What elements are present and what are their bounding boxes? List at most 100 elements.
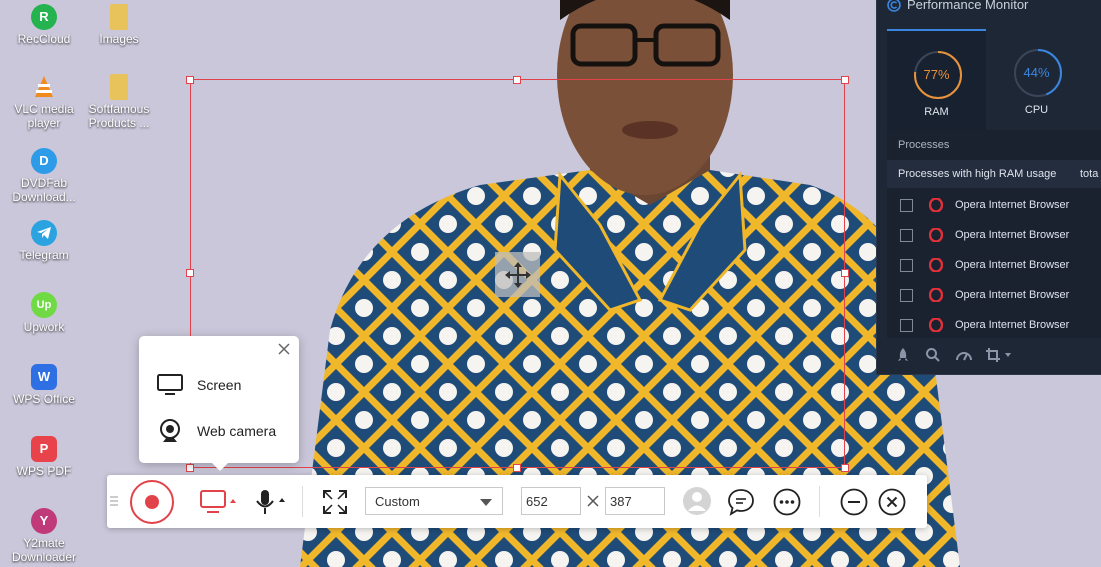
width-input[interactable]: 652 [521, 487, 581, 515]
subheader-label: Processes with high RAM usage [898, 168, 1057, 180]
fullscreen-button[interactable] [322, 489, 348, 520]
microphone-button[interactable] [255, 488, 287, 521]
desktop-icon-label: WPS PDF [16, 464, 72, 478]
toolbar-divider [302, 486, 303, 517]
close-icon[interactable] [277, 342, 291, 361]
resize-handle-top-right[interactable] [841, 76, 849, 84]
times-icon [587, 495, 599, 507]
process-checkbox[interactable] [900, 199, 913, 212]
desktop-icon-images[interactable]: Images [81, 4, 157, 46]
desktop-icon-dvdfab[interactable]: D DVDFab Download... [6, 148, 82, 204]
process-row[interactable]: Opera Internet Browser [887, 220, 1101, 250]
process-row[interactable]: Opera Internet Browser [887, 310, 1101, 340]
process-checkbox[interactable] [900, 259, 913, 272]
opera-icon [929, 288, 943, 302]
desktop-icon-telegram[interactable]: Telegram [6, 220, 82, 262]
desktop-icon-label: VLC media player [14, 102, 74, 130]
height-value: 387 [610, 493, 632, 509]
minimize-button[interactable] [840, 488, 868, 521]
desktop-icon-vlc[interactable]: VLC media player [6, 74, 82, 130]
screen-source-button[interactable] [200, 489, 240, 520]
chevron-down-icon [480, 499, 492, 506]
source-option-screen[interactable]: Screen [157, 371, 241, 399]
opera-icon [929, 258, 943, 272]
popup-arrow [211, 462, 229, 471]
rocket-icon[interactable] [897, 347, 909, 363]
process-name: Opera Internet Browser [955, 229, 1070, 241]
section-title: Processes [898, 139, 950, 151]
search-icon[interactable] [925, 347, 941, 363]
close-icon [878, 488, 906, 516]
desktop-icon-wps-office[interactable]: W WPS Office [6, 364, 82, 406]
desktop-icon-upwork[interactable]: Up Upwork [6, 292, 82, 334]
cpu-value: 44% [1023, 65, 1050, 80]
subheader-total-label: tota [1080, 168, 1099, 180]
upwork-icon: Up [31, 292, 57, 318]
dvdfab-icon: D [31, 148, 57, 174]
desktop-icon-softfamous[interactable]: Softfamous Products ... [81, 74, 157, 130]
process-checkbox[interactable] [900, 229, 913, 242]
reccloud-icon: R [31, 4, 57, 30]
source-option-webcam[interactable]: Web camera [157, 417, 276, 445]
resize-handle-bottom-right[interactable] [841, 464, 849, 472]
record-source-popup: Screen Web camera [139, 336, 299, 471]
resize-handle-right[interactable] [841, 269, 849, 277]
more-options-button[interactable] [773, 488, 801, 521]
resize-handle-left[interactable] [186, 269, 194, 277]
process-name: Opera Internet Browser [955, 199, 1070, 211]
drag-grip-icon[interactable] [110, 495, 118, 507]
height-input[interactable]: 387 [605, 487, 665, 515]
processes-subheader: Processes with high RAM usage tota [887, 160, 1101, 188]
region-mode-select[interactable]: Custom [365, 487, 503, 515]
performance-monitor-window: Performance Monitor 77% RAM 44% CPU Proc… [876, 0, 1101, 375]
process-row[interactable]: Opera Internet Browser [887, 250, 1101, 280]
process-name: Opera Internet Browser [955, 259, 1070, 271]
telegram-icon [31, 220, 57, 246]
crop-icon[interactable] [985, 347, 1015, 363]
desktop-icon-label: RecCloud [17, 32, 71, 46]
process-row[interactable]: Opera Internet Browser [887, 280, 1101, 310]
source-option-label: Screen [197, 377, 242, 393]
more-icon [773, 488, 801, 516]
width-value: 652 [526, 493, 548, 509]
desktop-icon-label: Y2mate Downloader [11, 536, 77, 564]
desktop-icon-reccloud[interactable]: R RecCloud [6, 4, 82, 46]
folder-icon [110, 74, 128, 100]
app-logo-icon [887, 0, 901, 12]
close-button[interactable] [878, 488, 906, 521]
opera-icon [929, 198, 943, 212]
desktop-icon-y2mate[interactable]: Y Y2mate Downloader [6, 508, 82, 564]
move-handle[interactable] [495, 252, 540, 297]
tab-cpu[interactable]: 44% CPU [987, 29, 1086, 130]
desktop-icon-wps-pdf[interactable]: P WPS PDF [6, 436, 82, 478]
tab-label: RAM [924, 106, 949, 118]
annotation-button[interactable] [727, 488, 755, 521]
resize-handle-top-left[interactable] [186, 76, 194, 84]
resource-tabs: 77% RAM 44% CPU [887, 29, 1101, 132]
monitor-icon [157, 374, 183, 395]
ram-value: 77% [923, 67, 950, 82]
process-row[interactable]: Opera Internet Browser [887, 190, 1101, 220]
record-icon [130, 480, 174, 524]
tab-ram[interactable]: 77% RAM [887, 29, 986, 132]
desktop-icon-label: Images [99, 32, 139, 46]
microphone-icon [256, 490, 285, 514]
resize-handle-bottom[interactable] [513, 464, 521, 472]
opera-icon [929, 228, 943, 242]
avatar-icon [683, 487, 711, 515]
process-checkbox[interactable] [900, 319, 913, 332]
wps-office-icon: W [31, 364, 57, 390]
resize-handle-top[interactable] [513, 76, 521, 84]
source-option-label: Web camera [197, 423, 277, 439]
webcam-avatar-button[interactable] [682, 486, 712, 521]
desktop-icon-label: Softfamous Products ... [88, 102, 150, 130]
recorder-toolbar: Custom 652 387 [107, 475, 927, 528]
desktop-icon-label: Upwork [23, 320, 65, 334]
resize-handle-bottom-left[interactable] [186, 464, 194, 472]
speedometer-icon[interactable] [955, 347, 973, 363]
window-title: Performance Monitor [887, 0, 1028, 12]
process-checkbox[interactable] [900, 289, 913, 302]
record-button[interactable] [129, 479, 175, 530]
move-icon [504, 261, 531, 288]
process-name: Opera Internet Browser [955, 319, 1070, 331]
